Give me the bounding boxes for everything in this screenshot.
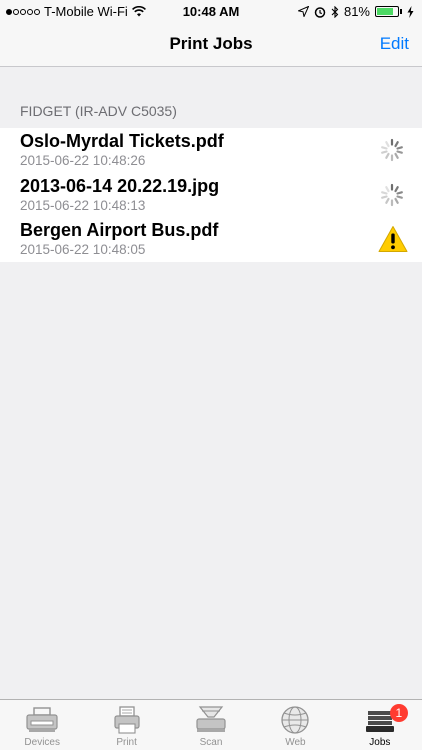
location-icon — [297, 6, 309, 17]
job-name: 2013-06-14 20.22.19.jpg — [20, 175, 220, 196]
job-name: Bergen Airport Bus.pdf — [20, 220, 219, 241]
battery-tip — [400, 9, 402, 14]
tab-label: Devices — [24, 737, 60, 748]
battery-level — [377, 8, 393, 15]
spinner-icon — [381, 183, 403, 206]
job-time: 2015-06-22 10:48:26 — [20, 153, 146, 168]
tab-label: Jobs — [369, 737, 391, 748]
battery-icon — [375, 6, 399, 17]
tab-bar: Devices Print Scan Web 1 Jobs — [0, 699, 422, 750]
tab-scan[interactable]: Scan — [169, 700, 253, 750]
tab-web[interactable]: Web — [253, 700, 337, 750]
edit-button[interactable]: Edit — [380, 34, 409, 54]
status-right: 81% — [297, 4, 414, 19]
printer-icon — [26, 707, 58, 732]
battery-percent: 81% — [343, 4, 370, 19]
tab-label: Scan — [199, 737, 223, 748]
tab-label: Print — [116, 737, 137, 748]
scanner-icon — [196, 706, 226, 732]
page-title: Print Jobs — [169, 34, 253, 53]
job-time: 2015-06-22 10:48:13 — [20, 197, 146, 213]
print-icon — [114, 706, 140, 734]
charging-icon — [407, 5, 414, 18]
job-time: 2015-06-22 10:48:05 — [20, 242, 146, 258]
warning-icon[interactable] — [378, 225, 408, 253]
tab-print[interactable]: Print — [84, 700, 168, 750]
job-list: Oslo-Myrdal Tickets.pdf 2015-06-22 10:48… — [0, 128, 422, 263]
jobs-badge: 1 — [389, 704, 408, 722]
printer-section-header: FIDGET (IR-ADV C5035) — [20, 103, 177, 119]
tab-label: Web — [285, 737, 306, 748]
tab-jobs[interactable]: 1 Jobs — [338, 700, 422, 750]
globe-icon — [281, 706, 310, 734]
status-bar: T-Mobile Wi-Fi 10:48 AM 81% — [0, 0, 422, 24]
bluetooth-icon — [331, 5, 339, 18]
job-row[interactable]: Oslo-Myrdal Tickets.pdf 2015-06-22 10:48… — [0, 128, 422, 173]
job-row[interactable]: 2013-06-14 20.22.19.jpg 2015-06-22 10:48… — [0, 173, 422, 218]
spinner-icon — [381, 138, 403, 162]
tab-devices[interactable]: Devices — [0, 700, 84, 750]
job-row[interactable]: Bergen Airport Bus.pdf 2015-06-22 10:48:… — [0, 217, 422, 262]
job-name: Oslo-Myrdal Tickets.pdf — [20, 131, 224, 151]
alarm-icon — [314, 6, 326, 18]
navigation-bar: Print Jobs Edit — [0, 24, 422, 67]
